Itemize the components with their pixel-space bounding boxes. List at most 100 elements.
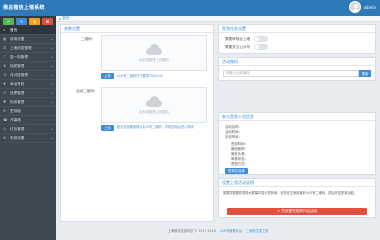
sidebar-item-match[interactable]: ☺ 对对碰管理 ▸ — [0, 71, 56, 80]
search-row: 请输入活动微码 搜索 — [223, 70, 371, 77]
home-icon: ⌂ — [59, 16, 62, 21]
chevron-right-icon: ▸ — [51, 55, 53, 59]
sidebar-item-label: 相亲管理 — [10, 99, 25, 104]
review-toggle[interactable] — [254, 36, 269, 42]
sidebar-item-label: 投票管理 — [10, 90, 25, 95]
music-icon: ♪ — [3, 55, 6, 59]
activity-qr-hint: 若为空则使用默认公众号二维码，手机扫码后进入现场 — [117, 125, 194, 129]
sidebar-item-label: 抽奖管理 — [10, 63, 25, 68]
search-button[interactable]: 搜索 — [359, 70, 371, 77]
signin-settings-panel: 签到任务设置 需要审核后上墙 需要关注公众号 OFF — [218, 24, 376, 54]
sidebar-item-label: 红包管理 — [10, 126, 25, 131]
sidebar-item-label: 开幕墙 — [10, 117, 21, 122]
breadcrumb-home[interactable]: 首页 — [62, 16, 69, 21]
chevron-right-icon: ▸ — [51, 100, 53, 104]
notice-panel: 设置上墙活动说明 如果您需要在现场大屏幕中显示签到墙，请先在左侧设置好公众号二维… — [218, 178, 376, 218]
sidebar-item-dating[interactable]: ♥ 相亲管理 ▸ — [0, 98, 56, 107]
chevron-right-icon: ▸ — [51, 82, 53, 86]
info-signin-method: 签到方式： — [231, 162, 248, 166]
home-icon: ⌂ — [3, 28, 6, 32]
sidebar-item-site-settings[interactable]: ▦ 现场设置 ▸ — [0, 35, 56, 44]
vote-icon: ☷ — [3, 91, 7, 95]
sidebar-item-lottery[interactable]: ♛ 抽奖管理 ▸ — [0, 62, 56, 71]
cloud-upload-icon — [144, 96, 164, 107]
chevron-right-icon: ▸ — [51, 64, 53, 68]
qr-upload-area[interactable]: 点击或拖拽上传图片 — [101, 35, 207, 71]
heart-icon: ♥ — [3, 100, 7, 104]
target-icon: ◎ — [3, 127, 7, 131]
sidebar-item-shake[interactable]: ♪ 摇一摇管理 ▸ — [0, 53, 56, 62]
sidebar-item-vote[interactable]: ☷ 投票管理 ▸ — [0, 89, 56, 98]
user-name[interactable]: admin — [363, 5, 376, 10]
mail-icon: ✉ — [3, 109, 7, 113]
sidebar-item-label: 首页 — [10, 27, 18, 32]
upload-placeholder: 点击或拖拽上传图片 — [138, 110, 170, 114]
upload-activity-qr-button[interactable]: 上传 — [101, 125, 114, 131]
chevron-right-icon: ▸ — [51, 73, 53, 77]
qr-label: 二维码： — [81, 37, 96, 41]
panel-title: 参与签到人员信息 — [219, 113, 375, 121]
copyright: 上海畅宇信息科技 © 2017-2018 — [167, 228, 216, 233]
sidebar-item-label: 签到墙 — [10, 108, 21, 113]
chevron-right-icon: ▸ — [51, 127, 53, 131]
sidebar-item-label: 对对碰管理 — [10, 72, 28, 77]
panel-title: 活动微码 — [219, 58, 375, 66]
app-brand: 佛总微信上墙系统 — [3, 5, 45, 11]
smile-icon: ☺ — [3, 73, 7, 77]
upload-placeholder: 点击或拖拽上传图片 — [138, 58, 170, 62]
sidebar-toolbar: ✔ ✎ ★ ✖ — [0, 16, 56, 26]
grid-icon: ▦ — [3, 37, 7, 41]
footer: 上海畅宇信息科技 © 2017-2018 公众号管理平台 二维码生成工具 — [56, 226, 380, 234]
follow-toggle[interactable] — [254, 44, 269, 50]
check-icon[interactable]: ✔ — [3, 17, 14, 25]
activity-qr-upload-area[interactable]: 点击或拖拽上传图片 — [101, 87, 207, 123]
upload-qr-button[interactable]: 上传 — [101, 73, 114, 79]
sidebar-item-wall-messages[interactable]: ☰ 上墙消息管理 ▸ — [0, 44, 56, 53]
chevron-right-icon: ▸ — [51, 91, 53, 95]
sidebar-item-home[interactable]: ⌂ 首页 — [0, 26, 56, 35]
notice-text: 如果您需要在现场大屏幕中显示签到墙，请先在左侧设置好公众号二维码，然后开启签到功… — [223, 191, 357, 195]
sidebar-item-signin-wall[interactable]: ✉ 签到墙 — [0, 107, 56, 116]
activity-qr-label: 活动二维码： — [76, 89, 98, 93]
panel-title: 设置上墙活动说明 — [219, 179, 375, 187]
review-switch-label: 需要审核后上墙 — [225, 36, 251, 41]
panel-title: 签到任务设置 — [219, 25, 375, 33]
edit-icon[interactable]: ✎ — [16, 17, 27, 25]
top-bar: 佛总微信上墙系统 admin — [0, 0, 380, 16]
chevron-right-icon: ▸ — [51, 46, 53, 50]
sidebar-item-label: 上墙消息管理 — [10, 45, 32, 50]
activity-code-input[interactable]: 请输入活动微码 — [223, 70, 359, 77]
follow-switch-row: 需要关注公众号 OFF — [225, 44, 269, 50]
sidebar-item-label: 摇一摇管理 — [10, 54, 28, 59]
sidebar-item-system-settings[interactable]: ⚙ 系统设置 ▸ — [0, 134, 56, 143]
gear-icon: ⚙ — [3, 136, 7, 140]
star-icon[interactable]: ★ — [29, 17, 40, 25]
list-icon: ☰ — [3, 46, 7, 50]
signin-select-button[interactable]: 签到并选择 — [225, 168, 248, 174]
activity-code-panel: 活动微码 请输入活动微码 搜索 — [218, 57, 376, 81]
close-icon[interactable]: ✖ — [42, 17, 53, 25]
info-phone: 手机号码： — [225, 135, 242, 139]
footer-link-platform[interactable]: 公众号管理平台 — [220, 228, 242, 233]
settings-panel: 参数设置 二维码： 点击或拖拽上传图片 上传 公众号二维码尺寸要求150x150… — [60, 24, 214, 222]
review-switch-row: 需要审核后上墙 — [225, 36, 269, 42]
participant-info-panel: 参与签到人员信息 活动名称： 活动时间： 手机号码： 签到时间： 微信昵称： 微… — [218, 112, 376, 175]
panel-title: 参数设置 — [61, 25, 213, 33]
sidebar-item-lucky-number[interactable]: ✚ 幸运号码 ▸ — [0, 80, 56, 89]
start-activity-button[interactable]: ⚠ 先设置完成再开启活动 — [227, 208, 367, 215]
sidebar-item-red-packet[interactable]: ◎ 红包管理 ▸ — [0, 125, 56, 134]
chevron-right-icon: ▸ — [51, 136, 53, 140]
cloud-upload-icon — [144, 44, 164, 55]
follow-switch-label: 需要关注公众号 — [225, 44, 251, 49]
phone-icon: ☎ — [3, 118, 8, 122]
crown-icon: ♛ — [3, 64, 7, 68]
avatar[interactable] — [349, 1, 362, 13]
plus-icon: ✚ — [3, 82, 7, 86]
sidebar-item-label: 系统设置 — [10, 135, 25, 140]
sidebar-item-opening-wall[interactable]: ☎ 开幕墙 — [0, 116, 56, 125]
sidebar-item-label: 现场设置 — [10, 36, 25, 41]
footer-link-qr-tool[interactable]: 二维码生成工具 — [246, 228, 268, 233]
breadcrumb: ⌂ 首页 — [56, 16, 380, 22]
sidebar: ✔ ✎ ★ ✖ ⌂ 首页 ▦ 现场设置 ▸ ☰ 上墙消息管理 ▸ ♪ 摇一摇管理 ▸ ♛ 抽奖管… — [0, 16, 56, 240]
user-menu[interactable]: admin — [349, 1, 376, 13]
